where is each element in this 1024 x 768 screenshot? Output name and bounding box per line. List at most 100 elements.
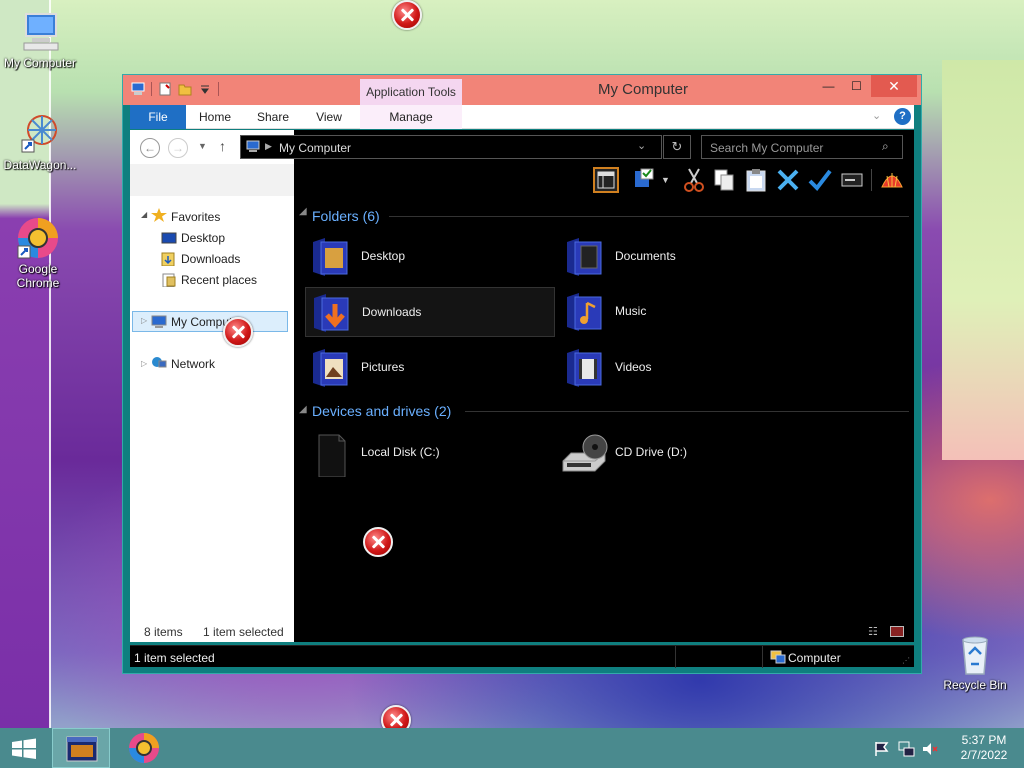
minimize-button[interactable]: — (815, 75, 842, 97)
desktop-icon-label: DataWagon... (3, 158, 77, 172)
group-divider (465, 411, 909, 412)
tab-view[interactable]: View (304, 105, 354, 129)
tile-label: CD Drive (D:) (615, 445, 687, 459)
my-computer-expand-icon[interactable]: ▷ (141, 316, 147, 325)
details-view-icon[interactable]: ☷ (868, 625, 878, 638)
check-icon[interactable] (807, 167, 833, 193)
drive-tile-local-disk[interactable]: Local Disk (C:) (305, 427, 555, 478)
desktop-icon-my-computer[interactable]: My Computer (0, 10, 80, 70)
folder-tile-desktop[interactable]: Desktop (305, 232, 555, 282)
address-dropdown-icon[interactable]: ⌄ (637, 139, 646, 152)
error-icon[interactable] (392, 0, 422, 30)
maximize-button[interactable]: ☐ (843, 75, 870, 97)
select-icon[interactable] (633, 167, 659, 193)
error-icon[interactable] (223, 317, 253, 347)
nav-strip (130, 164, 294, 196)
taskbar-explorer-button[interactable] (52, 728, 110, 768)
desktop-icon-datawagon[interactable]: DataWagon... (0, 112, 80, 172)
customize-qat-icon[interactable] (198, 82, 212, 96)
taskbar-clock[interactable]: 5:37 PM 2/7/2022 (944, 728, 1024, 768)
search-input[interactable]: Search My Computer ⌕ (701, 135, 903, 159)
folder-tile-pictures[interactable]: Pictures (305, 343, 555, 393)
pictures-folder-icon (311, 347, 351, 389)
desktop-icon-chrome[interactable]: Google Chrome (0, 216, 78, 290)
taskbar (0, 728, 1024, 768)
collapse-icon[interactable]: ◢ (299, 404, 307, 415)
computer-icon (246, 140, 260, 153)
nav-status: 8 items 1 item selected (130, 620, 294, 642)
breadcrumb-chevron-icon[interactable]: ▶ (265, 141, 272, 152)
status-selection: 1 item selected (134, 651, 215, 665)
clock-time: 5:37 PM (961, 733, 1007, 747)
error-icon[interactable] (363, 527, 393, 557)
delete-icon[interactable] (775, 167, 801, 193)
copy-icon[interactable] (711, 167, 737, 193)
folder-tile-music[interactable]: Music (559, 287, 809, 337)
item-count: 8 items (144, 625, 183, 639)
tab-file[interactable]: File (130, 105, 186, 129)
tab-manage[interactable]: Manage (376, 105, 446, 129)
nav-item-downloads[interactable]: Downloads (181, 252, 240, 266)
recent-places-icon (161, 273, 177, 288)
close-button[interactable]: ✕ (871, 75, 917, 97)
search-icon[interactable]: ⌕ (882, 139, 889, 154)
network-expand-icon[interactable]: ▷ (141, 359, 147, 368)
network-tray-icon[interactable] (897, 740, 915, 758)
ribbon-expand-icon[interactable]: ⌄ (872, 109, 881, 122)
window-title: My Computer (597, 81, 689, 98)
collapse-icon[interactable]: ◢ (299, 206, 307, 217)
nav-item-recent-places[interactable]: Recent places (181, 273, 257, 287)
cd-drive-icon (561, 431, 609, 473)
new-folder-icon[interactable] (178, 82, 192, 96)
tiles-view-icon[interactable] (890, 626, 904, 637)
group-header-folders[interactable]: Folders (6) (312, 208, 380, 224)
folder-tile-documents[interactable]: Documents (559, 232, 809, 282)
downloads-folder-icon (312, 292, 352, 334)
folder-tile-videos[interactable]: Videos (559, 343, 809, 393)
nav-item-desktop[interactable]: Desktop (181, 231, 225, 245)
recent-locations-icon[interactable]: ▼ (198, 141, 207, 151)
nav-network[interactable]: Network (171, 357, 215, 371)
computer-icon (131, 82, 145, 96)
favorites-star-icon (151, 208, 167, 222)
recycle-bin-icon (953, 632, 997, 676)
forward-button[interactable]: → (168, 138, 188, 158)
drive-tile-cd-drive[interactable]: CD Drive (D:) (559, 427, 809, 477)
tab-share[interactable]: Share (248, 105, 298, 129)
group-divider (389, 216, 909, 217)
computer-icon (18, 10, 62, 54)
back-button[interactable]: ← (140, 138, 160, 158)
resize-grip-icon[interactable]: ⋰ (902, 656, 910, 665)
address-bar[interactable]: ▶ My Computer ⌄ (240, 135, 662, 159)
help-icon[interactable]: ? (894, 108, 911, 125)
status-location: Computer (788, 651, 841, 665)
network-icon (151, 356, 167, 370)
tile-label: Music (615, 304, 647, 318)
desktop-icon-label: My Computer (3, 56, 77, 70)
properties-icon[interactable] (158, 82, 172, 96)
volume-muted-icon[interactable] (921, 740, 939, 758)
nav-favorites[interactable]: Favorites (171, 210, 220, 224)
preview-pane-icon[interactable] (593, 167, 619, 193)
datawagon-icon (18, 112, 62, 156)
tab-home[interactable]: Home (190, 105, 240, 129)
address-path[interactable]: My Computer (279, 141, 351, 155)
desktop-icon-recycle-bin[interactable]: Recycle Bin (935, 632, 1015, 692)
refresh-button[interactable]: ↻ (663, 135, 691, 159)
title-bar[interactable]: Application Tools My Computer — ☐ ✕ (123, 75, 921, 105)
desktop-icon-label: Google Chrome (16, 262, 60, 290)
cut-icon[interactable] (681, 167, 707, 193)
favorites-expand-icon[interactable]: ◢ (141, 210, 147, 219)
folder-tile-downloads[interactable]: Downloads (305, 287, 555, 337)
up-button[interactable]: ↑ (219, 138, 226, 154)
action-center-flag-icon[interactable] (873, 740, 891, 758)
tile-label: Documents (615, 249, 676, 263)
paste-icon[interactable] (743, 167, 769, 193)
rename-icon[interactable] (839, 167, 865, 193)
taskbar-chrome-button[interactable] (124, 728, 164, 768)
start-button[interactable] (0, 728, 48, 768)
dropdown-icon[interactable]: ▼ (661, 167, 673, 193)
wallpaper-line (49, 0, 51, 728)
group-header-devices[interactable]: Devices and drives (2) (312, 403, 451, 419)
shell-icon[interactable] (879, 167, 905, 193)
